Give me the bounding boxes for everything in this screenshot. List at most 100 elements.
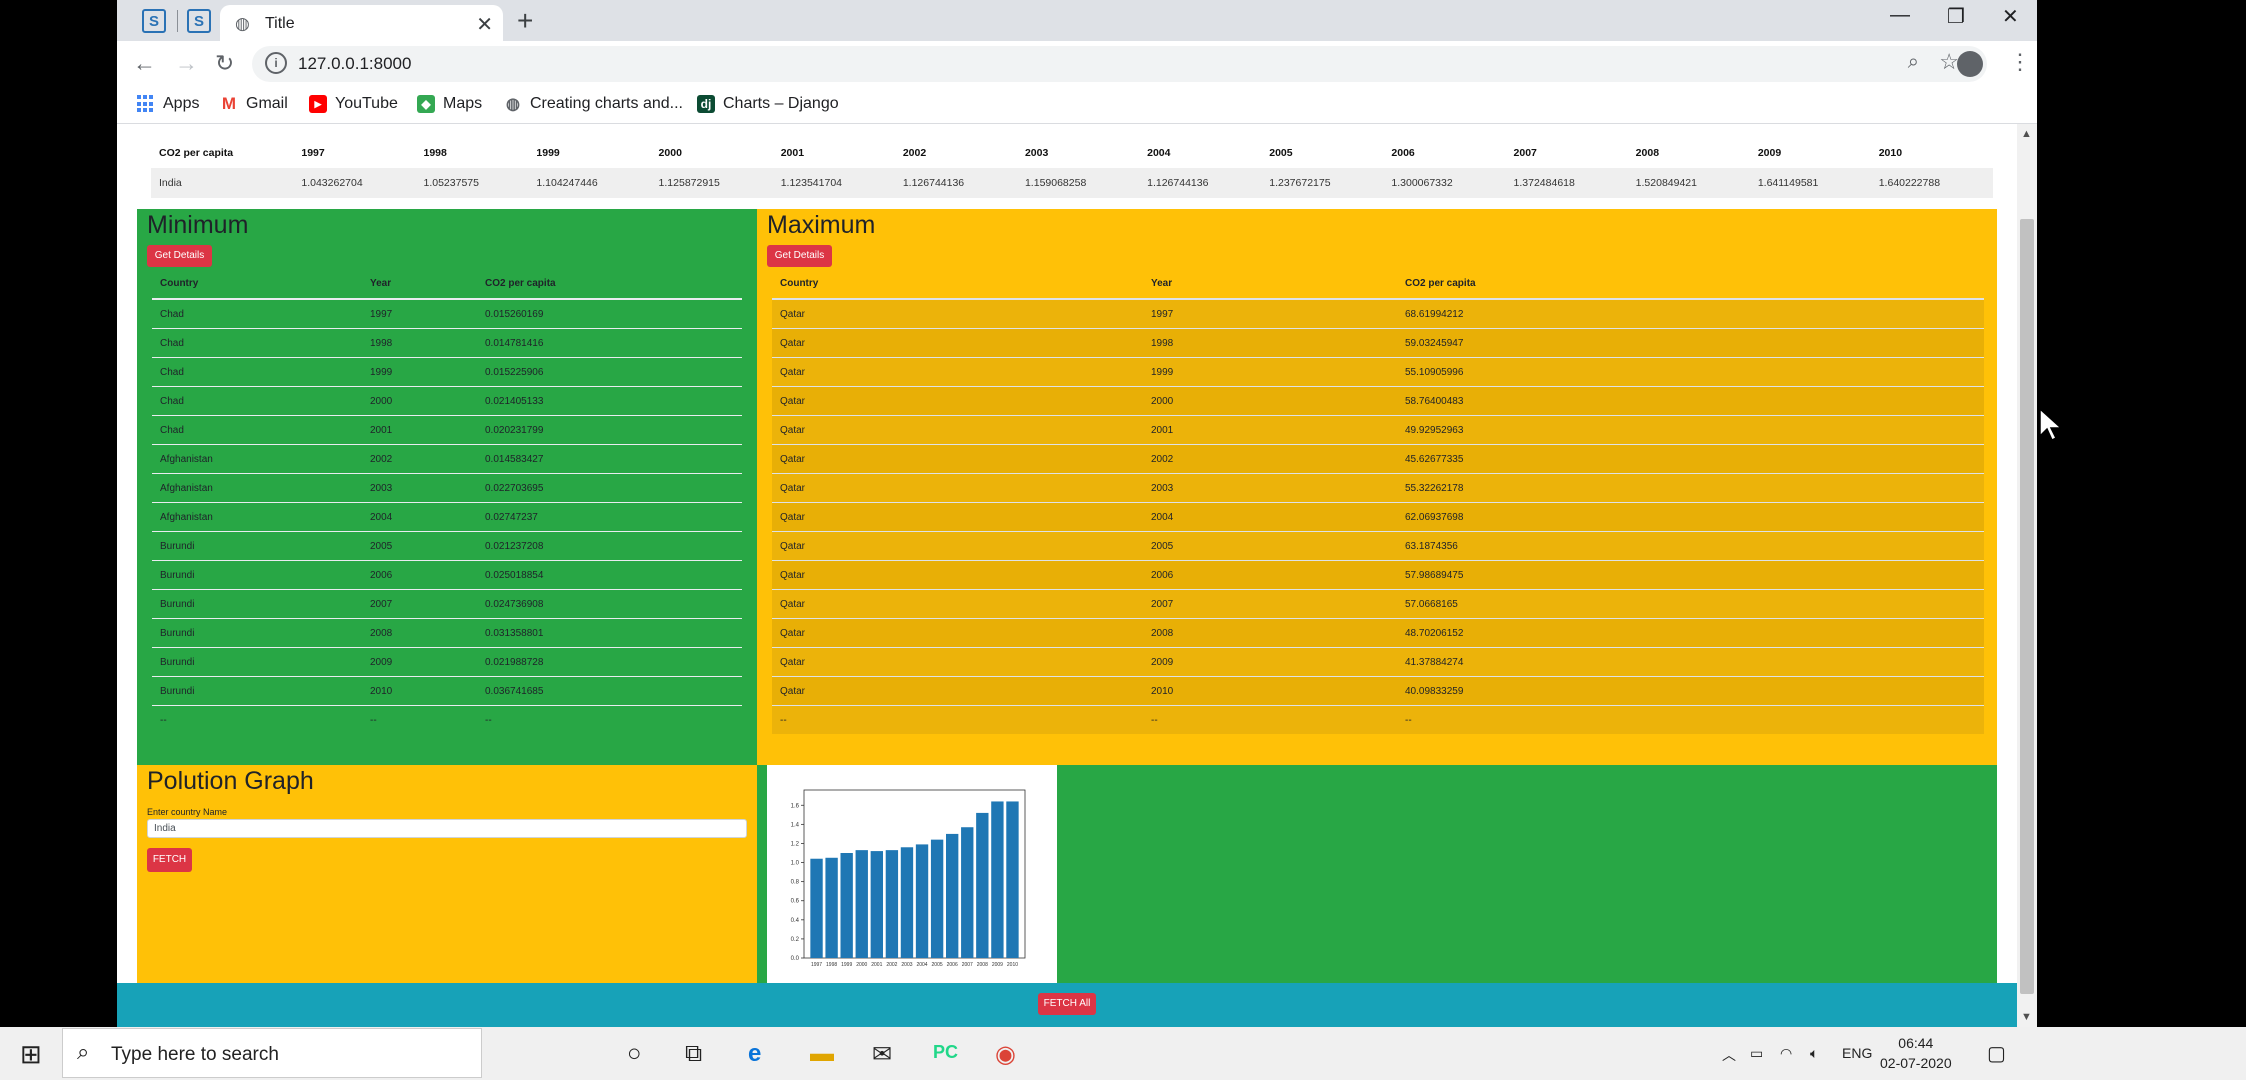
close-window-icon[interactable]: ✕ [2002,4,2019,29]
bookmarks-bar: Apps M Gmail ▶ YouTube ◆ Maps ◍ Creating… [117,87,2037,124]
tray-chevron-icon[interactable]: ︿ [1722,1045,1736,1065]
column-header: 2009 [1757,147,1782,159]
chrome-icon[interactable]: ◉ [995,1040,1016,1069]
column-header: 2000 [658,147,682,159]
table-cell: 1.159068258 [1016,168,1140,198]
tab-separator [177,10,178,32]
task-view-icon[interactable]: ⧉ [685,1040,702,1068]
table-cell: Burundi [152,531,362,561]
table-cell: 2007 [1143,589,1397,619]
table-cell: 1.372484618 [1505,168,1628,198]
edge-icon[interactable]: e [748,1040,761,1068]
wifi-icon[interactable]: ◠ [1780,1045,1792,1062]
table-cell: 1998 [362,328,477,358]
page-scrollbar[interactable]: ▲ ▼ [2017,124,2037,1027]
table-cell: Chad [152,386,362,416]
table-row: Qatar 2010 40.09833259 [772,676,1984,706]
table-cell: 0.022703695 [477,473,742,503]
clock[interactable]: 06:44 02-07-2020 [1880,1033,1952,1073]
minimum-get-details-button[interactable]: Get Details [147,245,212,267]
y-tick-label: 1.2 [791,841,800,847]
maps-icon: ◆ [417,95,435,113]
x-tick-label: 2008 [977,962,988,968]
forward-icon[interactable]: → [175,50,198,77]
x-tick-label: 2002 [886,962,897,968]
reload-icon[interactable]: ↻ [215,50,234,77]
bookmark-gmail[interactable]: M Gmail [220,94,288,113]
table-row: Qatar 1999 55.10905996 [772,357,1984,387]
menu-icon[interactable]: ⋮ [2009,49,2031,75]
bookmark-charts-django[interactable]: dj Charts – Django [697,95,839,113]
bar [915,844,929,958]
pycharm-icon[interactable]: PC [933,1042,958,1063]
co2-data-table: CO2 per capita 1997 1998 1999 2000 2001 2002 20… [151,138,1993,198]
file-explorer-icon[interactable]: ▬ [810,1040,834,1068]
bookmark-maps[interactable]: ◆ Maps [417,95,482,113]
table-cell: 1997 [362,298,477,329]
scroll-down-icon[interactable]: ▼ [2021,1011,2032,1023]
table-cell: 0.021405133 [477,386,742,416]
notifications-icon[interactable]: ▢ [1987,1041,2006,1066]
x-tick-label: 2003 [901,962,912,968]
table-cell: 2005 [1143,531,1397,561]
restore-icon[interactable]: ❐ [1947,4,1965,29]
bookmark-apps[interactable]: Apps [137,95,199,113]
bookmark-star-icon[interactable]: ☆ [1939,49,1959,75]
taskbar-search-box[interactable]: ⌕ Type here to search [62,1028,482,1078]
pollution-graph-panel: Polution Graph Enter country Name India … [137,765,757,983]
back-icon[interactable]: ← [133,50,156,77]
table-cell: 0.021988728 [477,647,742,677]
table-cell: 1.237672175 [1261,168,1384,198]
language-indicator[interactable]: ENG [1842,1045,1872,1061]
close-tab-icon[interactable]: ✕ [476,12,493,37]
address-bar[interactable]: i 127.0.0.1:8000 ⌕ ☆ [252,46,1987,82]
table-row: -- -- -- [152,705,742,734]
battery-icon: ▭ [1750,1045,1764,1061]
globe-icon: ◍ [235,14,250,33]
bar [870,851,884,958]
table-cell: 45.62677335 [1397,444,1984,474]
maximum-get-details-button[interactable]: Get Details [767,245,832,267]
minimize-icon[interactable]: — [1890,4,1910,27]
pinned-tab-1[interactable]: S [142,9,166,33]
bookmark-youtube[interactable]: ▶ YouTube [309,95,398,113]
fetch-button[interactable]: FETCH [147,848,192,872]
bookmark-creating-charts[interactable]: ◍ Creating charts and... [504,95,683,113]
account-icon[interactable] [1957,51,1983,77]
table-cell: 0.031358801 [477,618,742,648]
table-row: Qatar 2000 58.76400483 [772,386,1984,416]
table-cell: Qatar [772,618,1143,648]
active-tab[interactable]: ◍ Title ✕ [220,5,503,41]
new-tab-icon[interactable]: + [517,5,533,37]
mail-icon[interactable]: ✉ [872,1040,892,1069]
x-tick-label: 2004 [916,962,927,968]
pinned-tab-2[interactable]: S [187,9,211,33]
volume-icon[interactable]: 🔈︎ [1810,1045,1818,1062]
windows-start-icon[interactable]: ⊞ [20,1039,42,1070]
table-row: Burundi 2006 0.025018854 [152,560,742,590]
x-tick-label: 1997 [811,962,822,968]
x-tick-label: 1999 [841,962,852,968]
table-cell: 49.92952963 [1397,415,1984,445]
fetch-all-button[interactable]: FETCH All [1038,993,1096,1015]
scrollbar-thumb[interactable] [2020,219,2034,994]
cortana-icon[interactable]: ○ [627,1040,642,1068]
co2-bar-chart: 0.0 0.2 0.4 0.6 0.8 1.0 1.2 1.4 1.6 1997 1998 1999 2… [791,789,1026,968]
bookmark-label: Maps [443,95,483,112]
country-name-input[interactable]: India [147,819,747,838]
table-row: Qatar 2009 41.37884274 [772,647,1984,677]
footer-bar: FETCH All [117,983,2017,1027]
info-icon[interactable]: i [265,52,287,74]
column-header: 2007 [1513,147,1537,159]
scroll-up-icon[interactable]: ▲ [2021,128,2032,140]
windows-taskbar: ⊞ ⌕ Type here to search ○ ⧉ e ▬ ✉ PC ◉ ︿… [0,1027,2246,1080]
table-cell: India [151,168,294,198]
table-cell: Chad [152,328,362,358]
y-tick-label: 0.2 [791,937,800,943]
table-row: Chad 2001 0.020231799 [152,415,742,445]
url-text[interactable]: 127.0.0.1:8000 [298,54,411,74]
zoom-icon[interactable]: ⌕ [1908,51,1919,74]
bookmark-label: Creating charts and... [530,95,683,112]
table-cell: 0.024736908 [477,589,742,619]
table-cell: 55.32262178 [1397,473,1984,503]
